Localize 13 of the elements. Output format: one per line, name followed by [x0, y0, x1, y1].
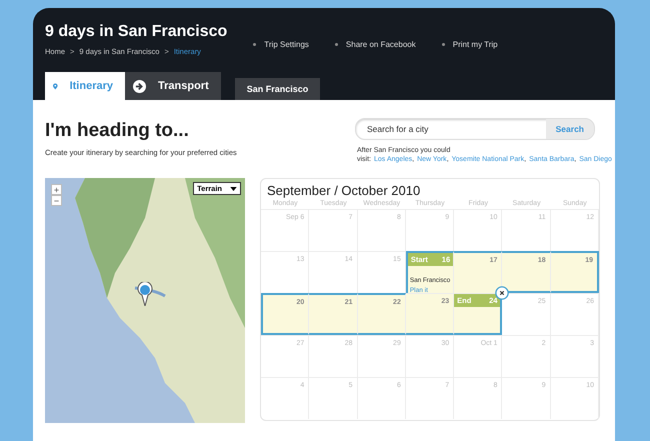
tab[interactable]: Itinerary [45, 72, 125, 100]
tab[interactable]: Transport [125, 72, 221, 100]
header-link[interactable]: Trip Settings [264, 40, 309, 48]
search-button[interactable]: Search [546, 119, 594, 139]
trip-title: 9 days in San Francisco [45, 23, 228, 41]
zoom-in-button[interactable]: + [51, 184, 62, 196]
header-link[interactable]: Print my Trip [452, 40, 498, 48]
heading: I'm heading to... [45, 120, 190, 142]
header-link[interactable]: Share on Facebook [346, 40, 416, 48]
city-tab[interactable]: San Francisco [234, 78, 320, 100]
calendar-title: September / October 2010 [266, 182, 422, 198]
zoom-out-button[interactable]: − [51, 195, 62, 206]
search-field[interactable]: Search for a city Search [355, 118, 595, 140]
